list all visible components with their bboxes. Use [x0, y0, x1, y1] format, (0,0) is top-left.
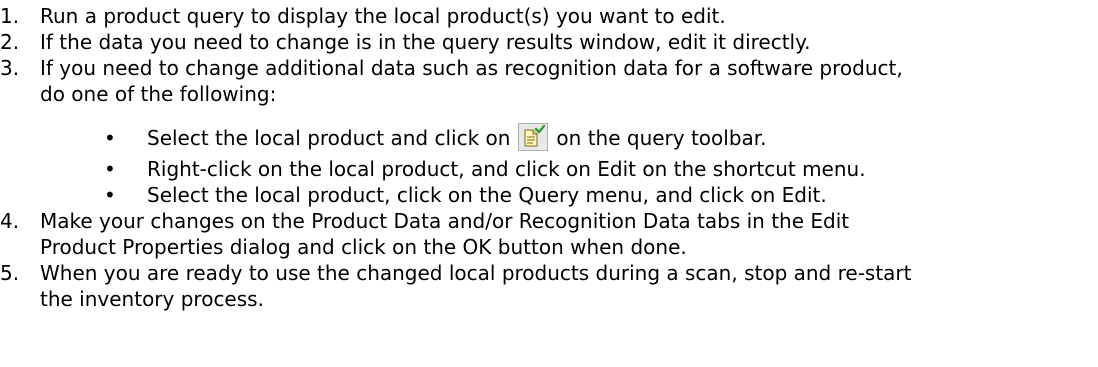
step-number: 5.: [0, 261, 20, 285]
bullet-marker: •: [104, 157, 116, 181]
bullet-marker: •: [104, 126, 116, 150]
step-text-line-2: do one of the following:: [40, 82, 277, 106]
bullet-text: Right-click on the local product, and cl…: [147, 157, 866, 181]
step-number: 2.: [0, 30, 20, 54]
step-text: If the data you need to change is in the…: [40, 30, 811, 54]
bullet-marker: •: [104, 183, 116, 207]
step-text-line-2: the inventory process.: [40, 287, 264, 311]
step-text-line-1: When you are ready to use the changed lo…: [40, 261, 912, 285]
edit-product-icon[interactable]: [518, 123, 549, 151]
step-text-line-1: If you need to change additional data su…: [40, 56, 903, 80]
step-text-line-2: Product Properties dialog and click on t…: [40, 235, 687, 259]
step-number: 3.: [0, 56, 20, 80]
bullet-text: Select the local product and click on: [147, 126, 511, 150]
bullet-text: Select the local product, click on the Q…: [147, 183, 827, 207]
step-text-line-1: Make your changes on the Product Data an…: [40, 209, 850, 233]
step-number: 4.: [0, 209, 20, 233]
step-number: 1.: [0, 4, 20, 28]
step-text: Run a product query to display the local…: [40, 4, 726, 28]
bullet-text: on the query toolbar.: [556, 126, 767, 150]
